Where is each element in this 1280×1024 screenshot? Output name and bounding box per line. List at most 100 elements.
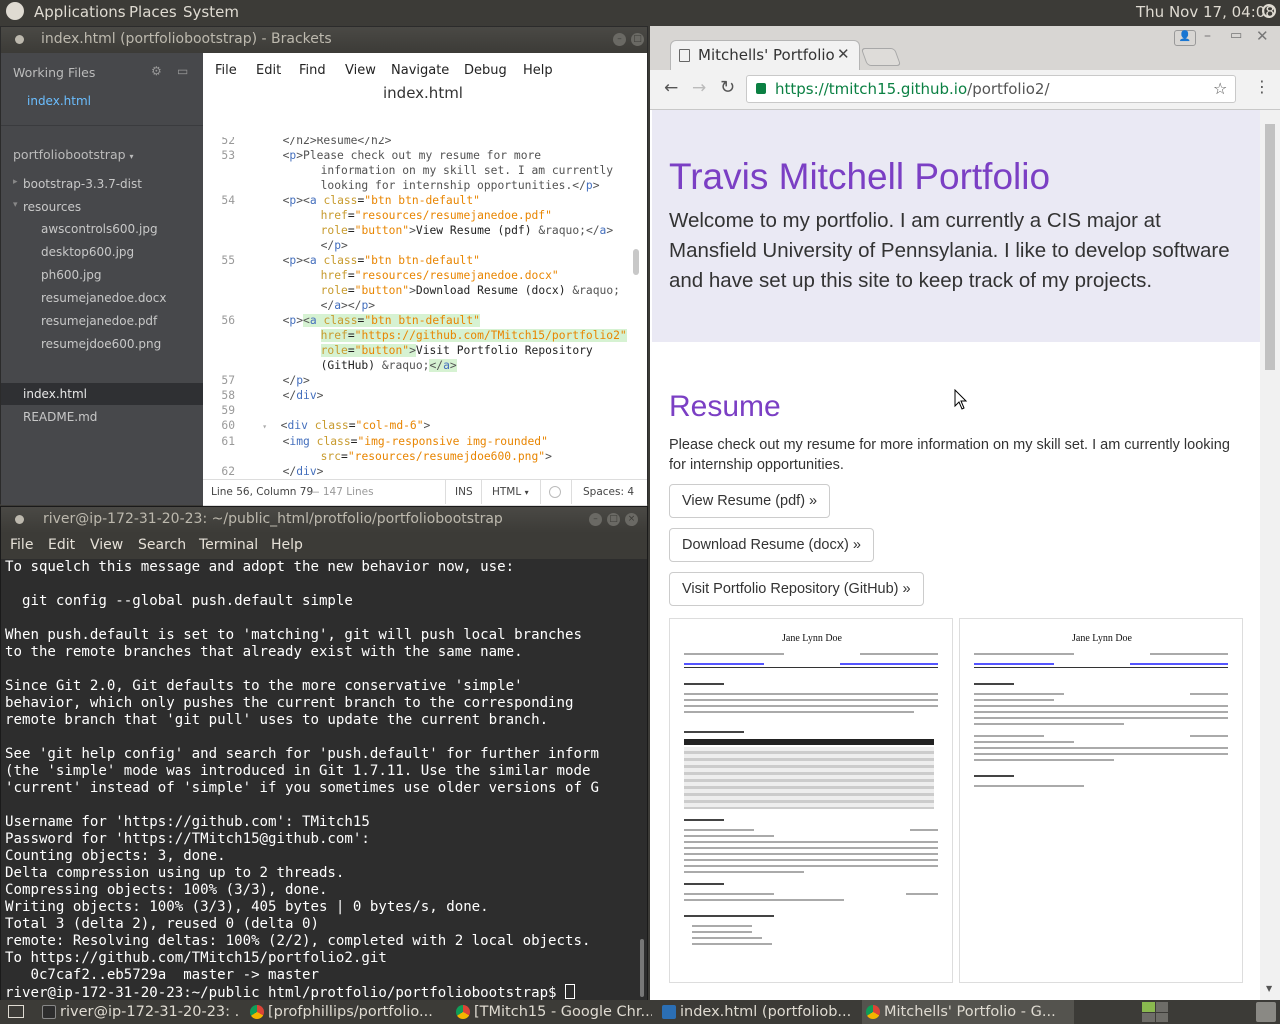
trash-icon[interactable] (1256, 1002, 1276, 1022)
top-panel: Applications Places System Thu Nov 17, 0… (0, 0, 1280, 24)
menu-places[interactable]: Places (129, 3, 177, 21)
view-resume-button[interactable]: View Resume (pdf) » (669, 484, 831, 518)
visit-repo-button[interactable]: Visit Portfolio Repository (GitHub) » (669, 572, 924, 606)
tree-file[interactable]: resumejanedoe.pdf (41, 314, 157, 328)
close-icon[interactable]: ✕ (1256, 27, 1269, 45)
resume-name: Jane Lynn Doe (1072, 633, 1132, 644)
back-icon[interactable]: ← (664, 78, 678, 98)
tree-folder-bootstrap[interactable]: bootstrap-3.3.7-dist (23, 177, 142, 191)
tab-active[interactable]: Mitchells' Portfolio ✕ (670, 40, 860, 70)
menu-edit[interactable]: Edit (48, 537, 75, 553)
user-icon[interactable]: 👤 (1174, 30, 1196, 46)
code-area[interactable]: 52 </h2>Resume</h2> 53 <p>Please check o… (203, 137, 647, 503)
tree-file-readme[interactable]: README.md (23, 410, 97, 424)
terminal-output[interactable]: To squelch this message and adopt the ne… (1, 559, 637, 1001)
clock[interactable]: Thu Nov 17, 04:08 (1136, 3, 1275, 21)
terminal-line: Password for 'https://TMitch15@github.co… (5, 831, 370, 847)
menu-file[interactable]: File (10, 537, 33, 553)
window-menu-icon[interactable] (15, 35, 24, 44)
menu-help[interactable]: Help (271, 537, 303, 553)
tree-file-index-html[interactable]: index.html (23, 387, 87, 401)
menu-view[interactable]: View (345, 63, 376, 78)
line-count: — 147 Lines (309, 486, 374, 498)
minimize-icon[interactable]: – (589, 513, 602, 526)
bookmark-star-icon[interactable]: ☆ (1213, 79, 1227, 98)
divider (571, 480, 572, 504)
terminal-line: Since Git 2.0, Git defaults to the more … (5, 678, 523, 694)
tree-file[interactable]: desktop600.jpg (41, 245, 134, 259)
terminal-line: remote: Resolving deltas: 100% (2/2), co… (5, 933, 591, 949)
window-menu-icon[interactable] (15, 515, 24, 524)
tree-file[interactable]: ph600.jpg (41, 268, 102, 282)
terminal-lines: To squelch this message and adopt the ne… (5, 559, 637, 1001)
menu-help[interactable]: Help (523, 63, 553, 78)
insert-mode[interactable]: INS (455, 486, 473, 498)
terminal-line: 'current' instead of 'simple' if you som… (5, 780, 599, 796)
menu-file[interactable]: File (215, 63, 237, 78)
project-dropdown[interactable]: portfoliobootstrap ▾ (13, 147, 134, 162)
menu-terminal[interactable]: Terminal (199, 537, 258, 553)
minimize-icon[interactable]: – (1204, 28, 1211, 44)
menu-navigate[interactable]: Navigate (391, 63, 449, 78)
address-bar[interactable]: https://tmitch15.github.io/portfolio2/ ☆ (746, 75, 1236, 103)
working-files-label: Working Files (13, 65, 96, 80)
maximize-icon[interactable]: □ (631, 33, 644, 46)
tree-file[interactable]: resumejdoe600.png (41, 337, 161, 351)
taskbar-item-chrome-2[interactable]: [TMitch15 - Google Chr... (452, 1000, 652, 1024)
brackets-titlebar[interactable]: index.html (portfoliobootstrap) - Bracke… (1, 27, 647, 53)
menu-edit[interactable]: Edit (256, 63, 281, 78)
tree-file[interactable]: resumejanedoe.docx (41, 291, 166, 305)
menu-view[interactable]: View (90, 537, 123, 553)
status-bar: Line 56, Column 79 — 147 Lines INS HTML … (203, 479, 647, 504)
chrome-icon (866, 1005, 880, 1019)
working-file-item[interactable]: index.html (27, 94, 91, 108)
download-resume-button[interactable]: Download Resume (docx) » (669, 528, 874, 562)
brackets-window: index.html (portfoliobootstrap) - Bracke… (0, 26, 648, 506)
menu-search[interactable]: Search (138, 537, 186, 553)
editor-scrollbar-thumb[interactable] (633, 249, 639, 275)
scroll-down-icon[interactable]: ▼ (1266, 984, 1272, 993)
split-view-icon[interactable]: ▭ (177, 64, 188, 78)
folder-collapsed-icon[interactable]: ▸ (13, 177, 18, 187)
terminal-scrollbar[interactable] (637, 559, 647, 1001)
lock-icon (756, 83, 766, 94)
linter-status-icon[interactable] (549, 486, 561, 498)
mouse-cursor-icon (954, 389, 968, 410)
power-icon[interactable] (1262, 4, 1276, 18)
reload-icon[interactable]: ↻ (720, 77, 735, 98)
maximize-icon[interactable]: □ (607, 513, 620, 526)
forward-icon[interactable]: → (692, 78, 706, 98)
menu-applications[interactable]: Applications (34, 3, 126, 21)
minimize-icon[interactable]: – (613, 33, 626, 46)
close-icon[interactable]: × (625, 513, 638, 526)
menu-find[interactable]: Find (299, 63, 326, 78)
menu-system[interactable]: System (183, 3, 239, 21)
scrollbar-thumb[interactable] (1265, 124, 1275, 370)
page-scrollbar[interactable]: ▼ (1260, 110, 1280, 1000)
workspace-switcher[interactable] (1142, 1002, 1168, 1022)
tree-folder-resources[interactable]: resources (23, 200, 81, 214)
gear-icon[interactable]: ⚙ (151, 64, 162, 78)
taskbar-item-brackets[interactable]: index.html (portfoliob... (658, 1000, 858, 1024)
menu-debug[interactable]: Debug (464, 63, 507, 78)
web-page: Travis Mitchell Portfolio Welcome to my … (652, 110, 1260, 1000)
menu-icon[interactable]: ⋮ (1254, 77, 1270, 96)
indent-spaces[interactable]: Spaces: 4 (583, 486, 634, 498)
close-tab-icon[interactable]: ✕ (837, 45, 850, 63)
taskbar-item-chrome-1[interactable]: [profphillips/portfolio... (246, 1000, 446, 1024)
ubuntu-logo-icon[interactable] (6, 2, 24, 20)
new-tab-button[interactable] (860, 48, 902, 66)
cursor-position[interactable]: Line 56, Column 79 (211, 486, 313, 498)
terminal-line: Counting objects: 3, done. (5, 848, 226, 864)
taskbar-item-terminal[interactable]: river@ip-172-31-20-23: ... (38, 1000, 238, 1024)
scrollbar-thumb[interactable] (640, 939, 644, 997)
show-desktop-icon[interactable] (8, 1005, 24, 1018)
tree-file[interactable]: awscontrols600.jpg (41, 222, 158, 236)
language-select[interactable]: HTML ▾ (492, 486, 529, 498)
taskbar-item-portfolio[interactable]: Mitchells' Portfolio - G... (862, 1000, 1074, 1024)
terminal-titlebar[interactable]: river@ip-172-31-20-23: ~/public_html/pro… (1, 507, 647, 533)
folder-expanded-icon[interactable]: ▾ (13, 200, 18, 210)
maximize-icon[interactable]: ▭ (1230, 28, 1242, 43)
